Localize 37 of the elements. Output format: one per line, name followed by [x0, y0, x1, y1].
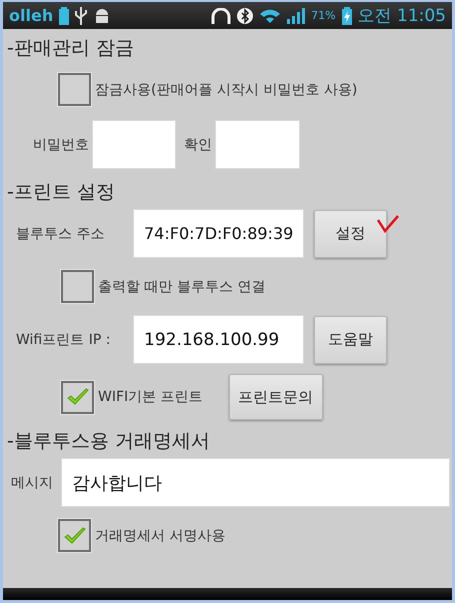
- password-label: 비밀번호: [33, 136, 89, 154]
- checkbox[interactable]: [58, 519, 91, 552]
- bluetooth-icon: [237, 6, 254, 24]
- bluetooth-address-label: 블루투스 주소: [16, 224, 106, 242]
- wifi-ip-label: Wifi프린트 IP :: [16, 330, 112, 348]
- checkbox-label: 출력할 때만 블루투스 연결: [98, 278, 266, 296]
- battery-charging-icon: [342, 6, 352, 24]
- battery-icon: [59, 6, 70, 24]
- checkbox[interactable]: [58, 73, 91, 106]
- password-field[interactable]: [92, 120, 176, 169]
- wifi-ip-field[interactable]: 192.168.100.99: [133, 315, 304, 364]
- check-mark-icon: [377, 214, 399, 232]
- checkbox-label: WIFI기본 프린트: [98, 388, 203, 406]
- message-field[interactable]: 감사합니다: [61, 458, 450, 507]
- confirm-field[interactable]: [215, 120, 300, 169]
- headphones-icon: [211, 8, 232, 24]
- signal-icon: [287, 8, 306, 24]
- set-button[interactable]: 설정: [314, 210, 387, 258]
- checkbox[interactable]: [61, 380, 94, 414]
- clock: 오전 11:05: [358, 5, 446, 27]
- bluetooth-address-field[interactable]: 74:F0:7D:F0:89:39: [133, 209, 304, 258]
- carrier-name: olleh: [9, 6, 54, 25]
- battery-percent: 71%: [311, 9, 336, 22]
- message-label: 메시지: [11, 474, 54, 492]
- help-button[interactable]: 도움말: [314, 316, 387, 364]
- section-heading: -블루투스용 거래명세서: [7, 429, 211, 454]
- check-icon: [62, 526, 86, 546]
- wifi-icon: [259, 8, 282, 24]
- checkbox-label: 거래명세서 서명사용: [95, 526, 226, 544]
- check-icon: [66, 387, 90, 407]
- printer-inquiry-button[interactable]: 프린트문의: [228, 374, 323, 420]
- usb-icon: [75, 6, 88, 24]
- checkbox-label: 잠금사용(판매어플 시작시 비밀번호 사용): [95, 80, 358, 98]
- section-heading: -프린트 설정: [7, 180, 116, 205]
- confirm-label: 확인: [184, 136, 212, 154]
- checkbox[interactable]: [61, 270, 94, 303]
- section-heading: -판매관리 잠금: [7, 36, 135, 61]
